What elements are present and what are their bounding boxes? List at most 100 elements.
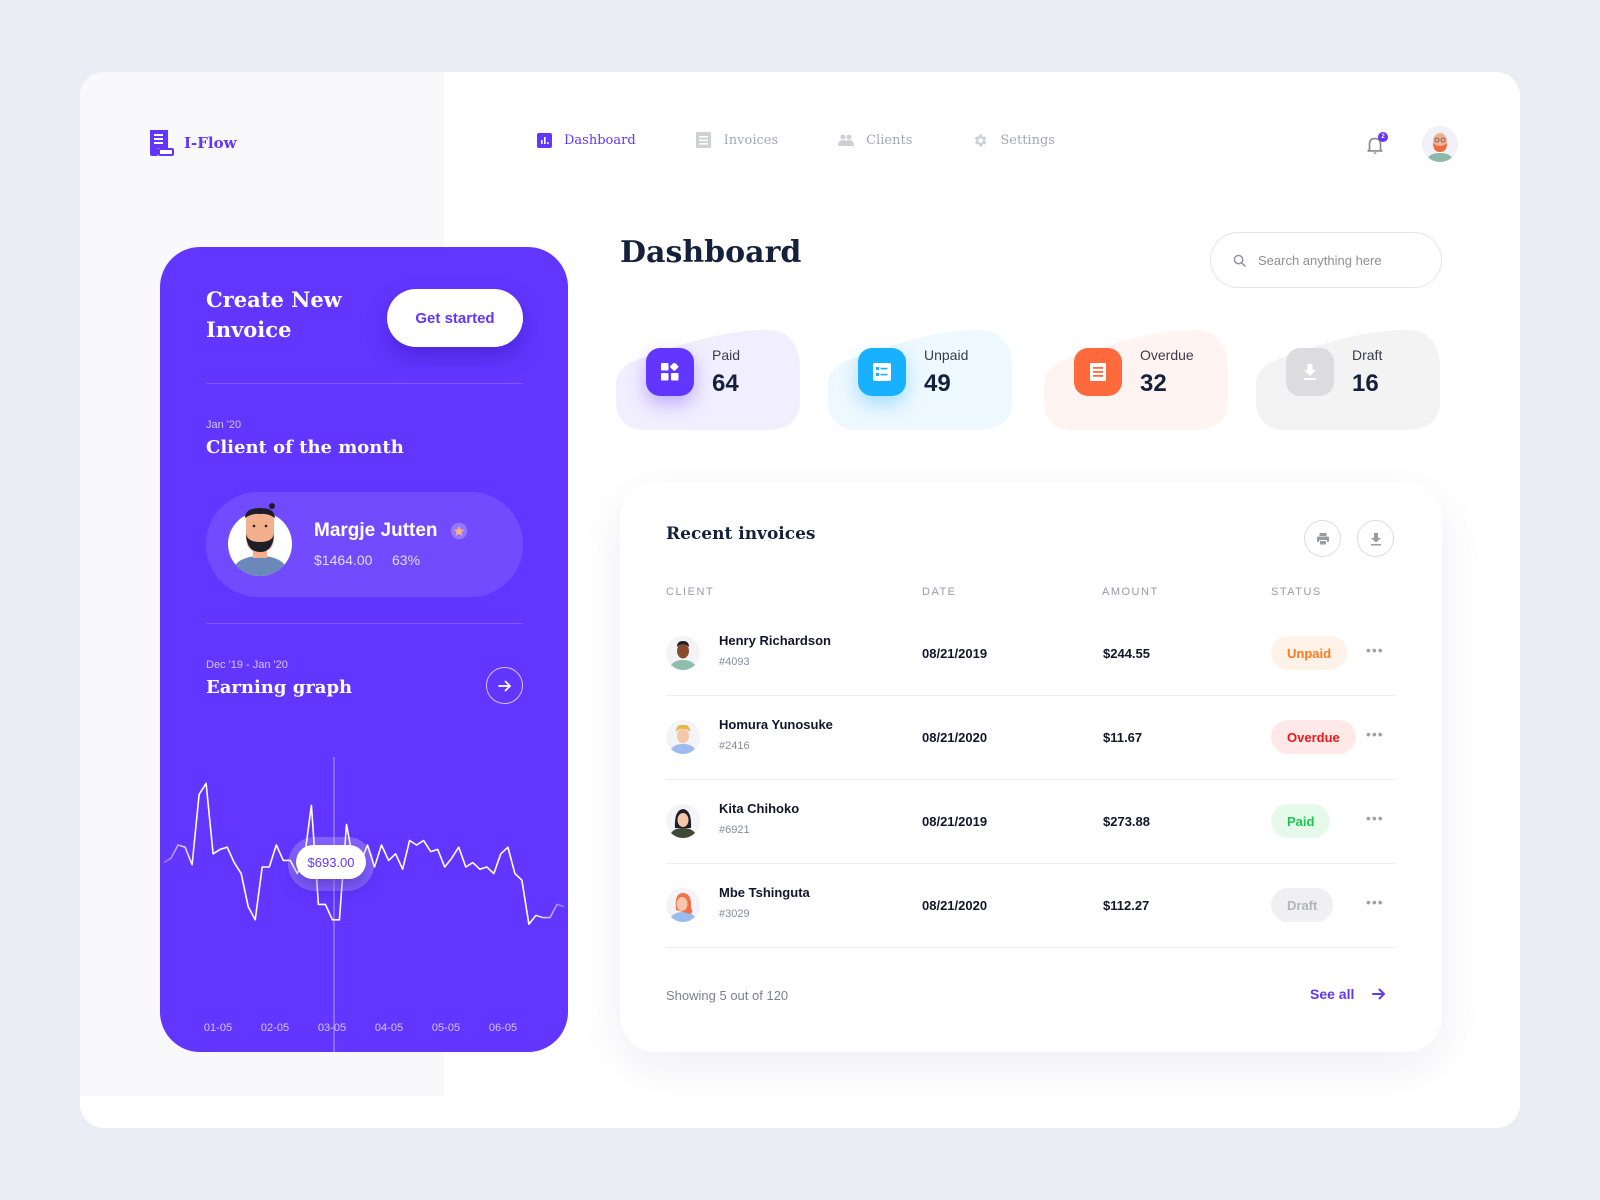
stat-label: Draft (1352, 347, 1383, 363)
stat-card-overdue[interactable]: Overdue 32 (1044, 330, 1228, 430)
client-avatar (666, 804, 700, 838)
client-name: Mbe Tshinguta (719, 885, 810, 900)
stat-label: Overdue (1140, 347, 1194, 363)
create-invoice-card: Create New Invoice Get started Jan '20 C… (160, 247, 568, 1052)
nav-label: Settings (1000, 132, 1055, 148)
chart-tooltip-value: $693.00 (296, 845, 366, 879)
table-row[interactable]: Kita Chihoko #6921 08/21/2019 $273.88 Pa… (666, 780, 1396, 864)
status-badge: Paid (1271, 804, 1331, 838)
status-badge: Unpaid (1271, 636, 1348, 670)
arrow-right-icon (1372, 988, 1386, 1000)
search-input[interactable] (1258, 252, 1418, 268)
table-row[interactable]: Homura Yunosuke #2416 08/21/2020 $11.67 … (666, 696, 1396, 780)
nav-item-dashboard[interactable]: Dashboard (536, 132, 636, 148)
stat-blob-background (828, 330, 1012, 430)
get-started-button[interactable]: Get started (387, 289, 523, 347)
grid-icon (646, 348, 694, 396)
stat-blob-background (1256, 330, 1440, 430)
printer-icon (1316, 532, 1329, 545)
x-tick-label: 01-05 (204, 1022, 232, 1034)
invoice-amount: $11.67 (1103, 730, 1143, 745)
stat-value: 16 (1352, 370, 1379, 397)
invoice-amount: $112.27 (1103, 898, 1150, 913)
divider (206, 383, 523, 384)
client-avatar (228, 503, 292, 576)
earning-graph-open-button[interactable] (486, 667, 523, 704)
nav-item-clients[interactable]: Clients (838, 132, 912, 148)
print-button[interactable] (1304, 520, 1341, 557)
recent-invoices-title: Recent invoices (666, 524, 816, 544)
stat-blob-background (1044, 330, 1228, 430)
client-name: Kita Chihoko (719, 801, 800, 816)
brand-logo[interactable]: I-Flow (150, 130, 237, 156)
stat-value: 64 (712, 370, 739, 397)
graph-period-label: Dec '19 - Jan '20 (206, 659, 288, 671)
user-avatar[interactable] (1422, 126, 1458, 162)
client-name: Margje Jutten (314, 520, 438, 541)
x-tick-label: 03-05 (318, 1022, 346, 1034)
invoice-id: #2416 (719, 740, 750, 752)
see-all-link[interactable]: See all (1310, 986, 1386, 1002)
recent-invoices-card: Recent invoices CLIENT DATE AMOUNT STATU… (620, 482, 1442, 1052)
client-of-month-card[interactable]: Margje Jutten $1464.00 63% (206, 492, 523, 597)
app-window: I-Flow Dashboard Invoices Clients Settin… (80, 72, 1520, 1128)
client-name: Henry Richardson (719, 633, 831, 648)
nav-item-invoices[interactable]: Invoices (696, 132, 778, 148)
x-tick-label: 06-05 (489, 1022, 517, 1034)
see-all-label: See all (1310, 986, 1355, 1002)
invoice-id: #3029 (719, 908, 750, 920)
client-amount: $1464.00 (314, 552, 373, 568)
stat-card-paid[interactable]: Paid 64 (616, 330, 800, 430)
nav-item-settings[interactable]: Settings (972, 132, 1055, 148)
download-icon (1286, 348, 1334, 396)
download-button[interactable] (1357, 520, 1394, 557)
nav-label: Invoices (723, 132, 779, 148)
stat-label: Paid (712, 347, 741, 363)
stat-blob-background (616, 330, 800, 430)
arrow-right-icon (497, 680, 511, 691)
gear-icon (972, 132, 988, 148)
table-row[interactable]: Mbe Tshinguta #3029 08/21/2020 $112.27 D… (666, 864, 1396, 948)
client-name: Homura Yunosuke (719, 717, 833, 732)
x-tick-label: 02-05 (261, 1022, 289, 1034)
nav-label: Clients (866, 132, 913, 148)
more-options-icon[interactable]: ••• (1366, 642, 1384, 658)
more-options-icon[interactable]: ••• (1366, 726, 1384, 742)
star-icon (450, 522, 468, 540)
column-header-date: DATE (922, 586, 957, 598)
invoice-date: 08/21/2019 (922, 646, 988, 661)
bar-chart-icon (536, 132, 552, 148)
receipt-logo-icon (150, 130, 174, 156)
column-header-amount: AMOUNT (1102, 586, 1159, 598)
x-tick-label: 04-05 (375, 1022, 403, 1034)
divider (206, 623, 523, 624)
stat-card-unpaid[interactable]: Unpaid 49 (828, 330, 1012, 430)
search-icon (1233, 254, 1246, 267)
column-header-client: CLIENT (666, 586, 715, 598)
receipt-icon (1074, 348, 1122, 396)
create-invoice-title: Create New Invoice (206, 287, 342, 342)
table-row[interactable]: Henry Richardson #4093 08/21/2019 $244.5… (666, 612, 1396, 696)
pagination-summary: Showing 5 out of 120 (666, 988, 789, 1003)
more-options-icon[interactable]: ••• (1366, 810, 1384, 826)
main-nav: Dashboard Invoices Clients Settings (536, 132, 1115, 148)
chart-tooltip: $693.00 (288, 837, 374, 891)
download-icon (1370, 532, 1381, 545)
client-of-month-title: Client of the month (206, 437, 404, 458)
stat-value: 49 (924, 370, 951, 397)
status-badge: Draft (1271, 888, 1334, 922)
earning-line-chart[interactable]: 01-05 02-05 03-05 04-05 05-05 06-05 (160, 747, 568, 1052)
invoice-amount: $244.55 (1103, 646, 1150, 661)
search-box[interactable] (1210, 232, 1442, 288)
invoice-date: 08/21/2019 (922, 814, 988, 829)
client-avatar-illustration (230, 503, 290, 576)
client-percent: 63% (392, 552, 421, 568)
stat-card-draft[interactable]: Draft 16 (1256, 330, 1440, 430)
stat-value: 32 (1140, 370, 1167, 397)
more-options-icon[interactable]: ••• (1366, 894, 1384, 910)
stat-label: Unpaid (924, 347, 969, 363)
earning-graph-title: Earning graph (206, 677, 353, 698)
page-title: Dashboard (620, 235, 802, 270)
notification-badge: 2 (1378, 132, 1388, 142)
client-avatar (666, 636, 700, 670)
